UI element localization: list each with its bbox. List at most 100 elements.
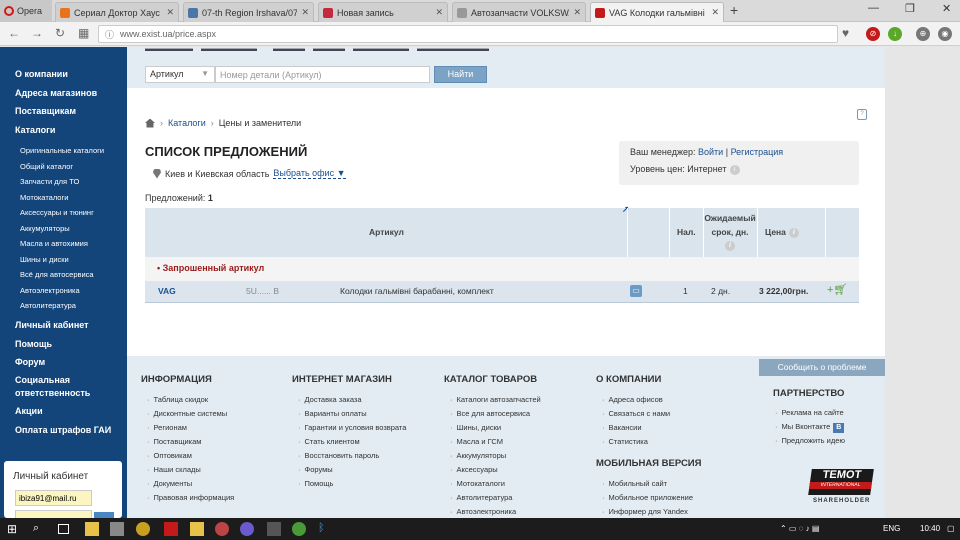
sidebar-item[interactable]: Адреса магазинов xyxy=(15,88,97,98)
choose-office-link[interactable]: Выбрать офис ▼ xyxy=(273,168,346,179)
windows-start-icon[interactable]: ⊞ xyxy=(7,522,21,536)
browser-tab[interactable]: Новая запись ✕ xyxy=(318,2,448,22)
footer-link[interactable]: Таблица скидок xyxy=(147,395,209,404)
new-tab-button[interactable]: + xyxy=(730,2,738,18)
footer-link[interactable]: Вакансии xyxy=(602,423,642,432)
footer-link[interactable]: Аксессуары xyxy=(450,465,498,474)
sidebar-subitem[interactable]: Автолитература xyxy=(20,301,76,310)
footer-mobile-link[interactable]: Информер для Yandex xyxy=(602,507,688,516)
sidebar-subitem[interactable]: Запчасти для ТО xyxy=(20,177,79,186)
close-tab-icon[interactable]: ✕ xyxy=(711,7,719,18)
sidebar-item-social-line2[interactable]: ответственность xyxy=(15,388,90,398)
bluetooth-icon[interactable]: ᛒ xyxy=(318,522,332,536)
opera-task-icon[interactable] xyxy=(136,522,150,536)
sidebar-subitem[interactable]: Мотокаталоги xyxy=(20,193,68,202)
close-tab-icon[interactable]: ✕ xyxy=(301,7,309,18)
sidebar-subitem[interactable]: Оригинальные каталоги xyxy=(20,146,104,155)
sidebar-item[interactable]: Оплата штрафов ГАИ xyxy=(15,425,111,435)
footer-link[interactable]: Аккумуляторы xyxy=(450,451,507,460)
browser-tab[interactable]: Сериал Доктор Хаус 8 се ✕ xyxy=(55,2,179,22)
footer-mobile-link[interactable]: Мобильный сайт xyxy=(602,479,668,488)
clock[interactable]: 10:40 xyxy=(920,524,940,533)
footer-link[interactable]: Гарантии и условия возврата xyxy=(298,423,407,432)
sidebar-item[interactable]: Форум xyxy=(15,357,45,367)
forward-icon[interactable]: → xyxy=(31,26,43,40)
back-icon[interactable]: ← xyxy=(8,26,20,40)
login-link[interactable]: Войти xyxy=(698,147,723,157)
close-tab-icon[interactable]: ✕ xyxy=(573,7,581,18)
breadcrumb-catalogs[interactable]: Каталоги xyxy=(168,118,206,128)
sidebar-item[interactable]: Поставщикам xyxy=(15,106,76,116)
footer-link[interactable]: Дисконтные системы xyxy=(147,409,228,418)
app-red-icon[interactable] xyxy=(164,522,178,536)
term-info-icon[interactable]: i xyxy=(725,240,735,251)
browser-tab[interactable]: Автозапчасти VOLKSWAG ✕ xyxy=(452,2,586,22)
opera-menu-button[interactable]: Opera xyxy=(0,0,52,22)
footer-link[interactable]: Адреса офисов xyxy=(602,395,663,404)
utorrent-icon[interactable] xyxy=(292,522,306,536)
vk-icon[interactable]: В xyxy=(833,423,845,433)
footer-link[interactable]: Каталоги автозапчастей xyxy=(450,395,541,404)
app-yellow-icon[interactable] xyxy=(190,522,204,536)
sidebar-item[interactable]: Помощь xyxy=(15,339,52,349)
part-number-input[interactable]: Номер детали (Артикул) xyxy=(215,66,430,83)
sidebar-item[interactable]: Акции xyxy=(15,406,43,416)
sidebar-subitem[interactable]: Шины и диски xyxy=(20,255,69,264)
footer-link[interactable]: Правовая информация xyxy=(147,493,235,502)
search-type-select[interactable]: Артикул ▼ xyxy=(145,66,215,83)
sidebar-item[interactable]: Личный кабинет xyxy=(15,320,89,330)
column-price[interactable]: Цена i xyxy=(765,227,799,238)
footer-link[interactable]: Статистика xyxy=(602,437,648,446)
footer-link[interactable]: Наши склады xyxy=(147,465,201,474)
column-article[interactable]: Артикул xyxy=(369,227,404,237)
browser-tab[interactable]: VAG Колодки гальмівні б ✕ xyxy=(590,2,724,22)
sidebar-subitem[interactable]: Общий каталог xyxy=(20,162,73,171)
table-row[interactable]: VAG 5U...... B Колодки гальмівні барабан… xyxy=(145,281,859,303)
sidebar-subitem[interactable]: Всё для автосервиса xyxy=(20,270,94,279)
extension-icon[interactable]: ⊕ xyxy=(916,27,930,41)
help-note-icon[interactable]: ? xyxy=(857,109,867,120)
url-field[interactable]: ⓘ www.exist.ua/price.aspx xyxy=(98,25,838,43)
close-tab-icon[interactable]: ✕ xyxy=(166,7,174,18)
download-icon[interactable]: ↓ xyxy=(888,27,902,41)
store-icon[interactable] xyxy=(110,522,124,536)
price-info-icon[interactable]: i xyxy=(788,227,799,238)
row-brand[interactable]: VAG xyxy=(158,286,176,296)
footer-link[interactable]: Шины, диски xyxy=(450,423,502,432)
browser-tab[interactable]: 07-th Region Irshava/07- ✕ xyxy=(183,2,314,22)
column-qty[interactable]: Нал. xyxy=(677,227,696,237)
sidebar-subitem[interactable]: Аксессуары и тюнинг xyxy=(20,208,94,217)
viber-icon[interactable] xyxy=(240,522,254,536)
sidebar-subitem[interactable]: Масла и автохимия xyxy=(20,239,88,248)
footer-link[interactable]: Восстановить пароль xyxy=(298,451,380,460)
footer-partner-link[interactable]: Реклама на сайте xyxy=(775,408,844,417)
footer-link[interactable]: Стать клиентом xyxy=(298,437,360,446)
footer-link[interactable]: Мотокаталоги xyxy=(450,479,505,488)
user-icon[interactable]: ◉ xyxy=(938,27,952,41)
footer-link[interactable]: Оптовикам xyxy=(147,451,192,460)
sidebar-item[interactable]: О компании xyxy=(15,69,68,79)
expand-icon[interactable]: ↗ xyxy=(622,204,629,215)
file-explorer-icon[interactable] xyxy=(85,522,99,536)
search-icon[interactable]: ⌕ xyxy=(33,522,47,536)
footer-link[interactable]: Документы xyxy=(147,479,193,488)
footer-link[interactable]: Доставка заказа xyxy=(298,395,362,404)
task-view-icon[interactable] xyxy=(58,524,69,534)
column-term-line2[interactable]: срок, дн. xyxy=(703,227,757,237)
close-tab-icon[interactable]: ✕ xyxy=(435,7,443,18)
temot-logo[interactable]: TEMOT INTERNATIONAL xyxy=(808,469,874,495)
add-to-cart-icon[interactable]: +🛒︎ xyxy=(827,283,847,296)
login-email-field[interactable] xyxy=(15,490,92,506)
info-icon[interactable]: i xyxy=(729,164,740,175)
restore-icon[interactable]: ❐ xyxy=(905,2,915,15)
media-icon[interactable] xyxy=(267,522,281,536)
app-round-icon[interactable] xyxy=(215,522,229,536)
notifications-icon[interactable]: ▢ xyxy=(947,524,955,533)
footer-link[interactable]: Масла и ГСМ xyxy=(450,437,503,446)
footer-link[interactable]: Связаться с нами xyxy=(602,409,671,418)
bookmark-heart-icon[interactable]: ♥ xyxy=(842,26,849,40)
footer-link[interactable]: Форумы xyxy=(298,465,333,474)
language-indicator[interactable]: ENG xyxy=(883,524,900,533)
sidebar-item[interactable]: Каталоги xyxy=(15,125,55,135)
tray-icons[interactable]: ⌃ ▭ ◌ ♪ ▤ xyxy=(780,524,819,533)
